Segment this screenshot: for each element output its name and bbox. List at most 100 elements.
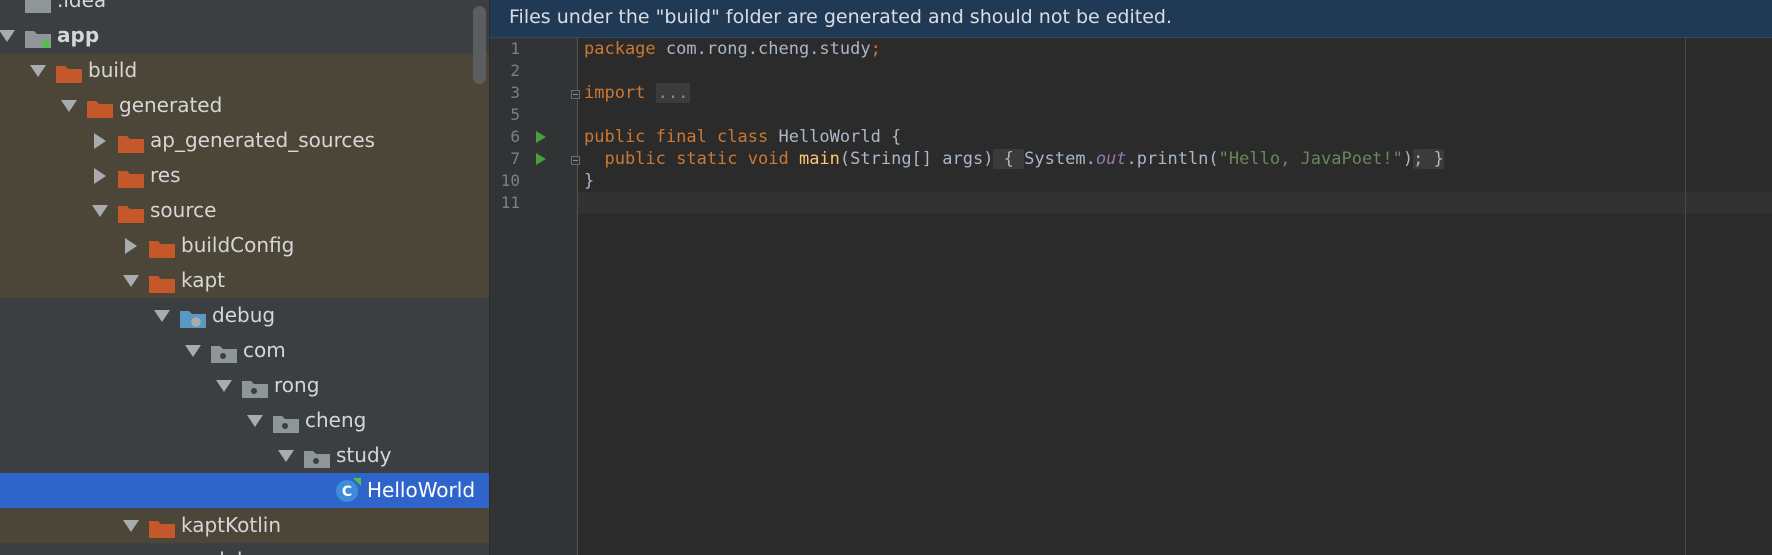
- expanded-arrow-icon[interactable]: [0, 18, 17, 53]
- tree-item-label: kaptKotlin: [181, 513, 282, 537]
- line-number: 7: [510, 149, 520, 168]
- right-margin-guide: [1685, 38, 1686, 555]
- tree-item-label: HelloWorld: [367, 478, 476, 502]
- code-line-7: public static void main(String[] args) {…: [584, 148, 1444, 170]
- expanded-arrow-icon[interactable]: [59, 88, 79, 123]
- kw-package: package: [584, 39, 656, 59]
- folder-icon: [24, 0, 52, 13]
- tree-item-build[interactable]: build: [0, 53, 489, 88]
- excluded-folder-icon: [86, 95, 114, 118]
- semicolon: ;: [870, 39, 881, 59]
- source-root-icon: [179, 550, 207, 555]
- println-call: .println(: [1126, 149, 1219, 169]
- tree-item-rong[interactable]: rong: [0, 368, 489, 403]
- tree-item-source[interactable]: source: [0, 193, 489, 228]
- class-declaration: HelloWorld {: [768, 127, 902, 147]
- line-number: 3: [510, 83, 520, 102]
- line-number: 10: [500, 171, 520, 190]
- tree-item-deb[interactable]: deb: [0, 543, 489, 555]
- tree-scrollbar[interactable]: [473, 6, 486, 84]
- line-number: 5: [510, 105, 520, 124]
- tree-item-idea[interactable]: .idea: [0, 0, 489, 18]
- expanded-arrow-icon[interactable]: [183, 333, 203, 368]
- excluded-folder-icon: [148, 235, 176, 258]
- package-name: com.rong.cheng.study: [655, 39, 871, 59]
- tree-item-app[interactable]: app: [0, 18, 489, 53]
- tree-item-label: study: [336, 443, 392, 467]
- package-icon: [210, 340, 238, 363]
- folded-imports[interactable]: ...: [655, 83, 691, 103]
- line-number: 1: [510, 39, 520, 58]
- method-params: (String[] args): [839, 149, 994, 169]
- close-paren: ): [1402, 149, 1414, 169]
- package-icon: [272, 410, 300, 433]
- generated-files-banner: Files under the "build" folder are gener…: [490, 0, 1772, 38]
- kw-method-modifiers: public static void: [584, 149, 789, 169]
- source-root-icon: [179, 305, 207, 328]
- tree-item-ap-generated-sources[interactable]: ap_generated_sources: [0, 123, 489, 158]
- out-field: out: [1095, 149, 1127, 169]
- system-class: System.: [1024, 149, 1096, 169]
- collapsed-arrow-icon[interactable]: [90, 158, 110, 193]
- tree-item-label: generated: [119, 93, 223, 117]
- excluded-folder-icon: [148, 515, 176, 538]
- tree-item-kaptkotlin[interactable]: kaptKotlin: [0, 508, 489, 543]
- tree-item-label: ap_generated_sources: [150, 128, 376, 152]
- excluded-folder-icon: [55, 60, 83, 83]
- folded-body-close[interactable]: }: [1423, 149, 1444, 169]
- tree-item-label: cheng: [305, 408, 367, 432]
- collapsed-arrow-icon[interactable]: [90, 123, 110, 158]
- expanded-arrow-icon[interactable]: [28, 53, 48, 88]
- semicolon: ;: [1413, 149, 1424, 169]
- tree-item-label: app: [57, 23, 100, 47]
- svg-text:C: C: [342, 484, 352, 500]
- run-class-icon[interactable]: [536, 131, 546, 143]
- code-line-1: package com.rong.cheng.study;: [584, 38, 881, 60]
- tree-item-helloworld[interactable]: C HelloWorld: [0, 473, 489, 508]
- expanded-arrow-icon[interactable]: [121, 508, 141, 543]
- tree-item-label: build: [88, 58, 138, 82]
- expanded-arrow-icon[interactable]: [152, 298, 172, 333]
- tree-item-kapt[interactable]: kapt: [0, 263, 489, 298]
- excluded-folder-icon: [148, 270, 176, 293]
- package-icon: [303, 445, 331, 468]
- tree-item-label: .idea: [57, 0, 107, 12]
- excluded-folder-icon: [117, 130, 145, 153]
- tree-item-label: kapt: [181, 268, 226, 292]
- closing-brace: }: [584, 171, 595, 191]
- expanded-arrow-icon[interactable]: [121, 263, 141, 298]
- tree-item-buildconfig[interactable]: buildConfig: [0, 228, 489, 263]
- folded-body-open[interactable]: {: [993, 149, 1025, 169]
- tree-item-study[interactable]: study: [0, 438, 489, 473]
- project-tree[interactable]: .idea app build generated ap_generated_sourc…: [0, 0, 489, 555]
- code-line-6: public final class HelloWorld {: [584, 126, 901, 148]
- run-main-icon[interactable]: [536, 153, 546, 165]
- method-name: main: [798, 149, 840, 169]
- expanded-arrow-icon[interactable]: [90, 193, 110, 228]
- line-number: 6: [510, 127, 520, 146]
- hello-string: "Hello, JavaPoet!": [1218, 149, 1403, 169]
- code-line-10: }: [584, 170, 594, 192]
- line-number: 11: [500, 193, 520, 212]
- java-class-icon: C: [334, 477, 362, 503]
- excluded-folder-icon: [117, 200, 145, 223]
- tree-item-label: rong: [274, 373, 320, 397]
- current-line-highlight: [578, 192, 1772, 214]
- expanded-arrow-icon[interactable]: [245, 403, 265, 438]
- tree-item-label: debug: [212, 303, 276, 327]
- excluded-folder-icon: [117, 165, 145, 188]
- package-icon: [241, 375, 269, 398]
- fold-imports-icon[interactable]: [571, 90, 580, 99]
- code-editor[interactable]: [578, 38, 1772, 555]
- expanded-arrow-icon[interactable]: [276, 438, 296, 473]
- collapsed-arrow-icon[interactable]: [121, 228, 141, 263]
- tree-item-generated[interactable]: generated: [0, 88, 489, 123]
- tree-item-com[interactable]: com: [0, 333, 489, 368]
- tree-item-debug[interactable]: debug: [0, 298, 489, 333]
- tree-item-res[interactable]: res: [0, 158, 489, 193]
- tree-item-label: res: [150, 163, 181, 187]
- line-number: 2: [510, 61, 520, 80]
- fold-method-icon[interactable]: [571, 156, 580, 165]
- expanded-arrow-icon[interactable]: [214, 368, 234, 403]
- tree-item-cheng[interactable]: cheng: [0, 403, 489, 438]
